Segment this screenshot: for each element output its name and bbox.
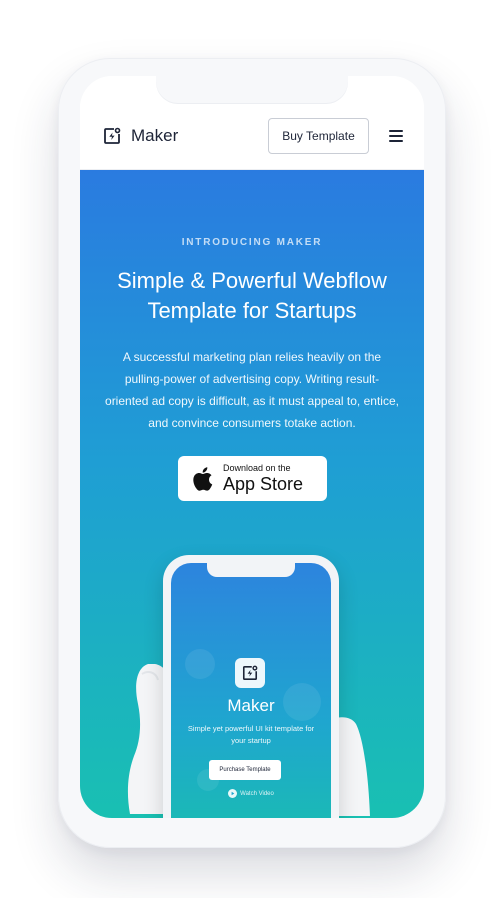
app-store-big-text: App Store bbox=[223, 474, 304, 494]
device-notch bbox=[156, 76, 348, 104]
apple-icon bbox=[193, 466, 213, 491]
hero-description: A successful marketing plan relies heavi… bbox=[105, 350, 399, 430]
device-screen: Maker Buy Template INTRODUCING MAKER Sim… bbox=[80, 76, 424, 818]
buy-template-button[interactable]: Buy Template bbox=[268, 118, 369, 154]
mockup-watch-video-link[interactable]: Watch Video bbox=[171, 789, 331, 798]
app-store-button[interactable]: Download on the App Store bbox=[178, 456, 327, 501]
lightning-box-icon bbox=[104, 127, 121, 144]
brand-logo[interactable]: Maker bbox=[103, 126, 178, 146]
mockup-purchase-button[interactable]: Purchase Template bbox=[209, 760, 281, 780]
mockup-title: Maker bbox=[227, 696, 275, 715]
hero-section: INTRODUCING MAKER Simple & Powerful Webf… bbox=[80, 170, 424, 818]
phone-mockup-notch bbox=[207, 563, 295, 577]
lightning-box-icon bbox=[242, 665, 258, 681]
play-icon bbox=[228, 789, 238, 798]
phone-mockup: Maker Simple yet powerful UI kit templat… bbox=[163, 555, 339, 818]
bokeh-decoration bbox=[185, 649, 215, 679]
mockup-app-icon bbox=[235, 658, 265, 688]
brand-name: Maker bbox=[131, 126, 179, 145]
app-store-small-text: Download on the bbox=[223, 463, 291, 473]
hero-eyebrow: INTRODUCING MAKER bbox=[181, 237, 323, 248]
app-store-text: Download on the App Store bbox=[223, 463, 303, 494]
hero-headline: Simple & Powerful Webflow Template for S… bbox=[117, 268, 387, 323]
phone-mockup-screen: Maker Simple yet powerful UI kit templat… bbox=[171, 563, 331, 818]
hamburger-menu-icon[interactable] bbox=[389, 130, 403, 142]
mockup-subtitle: Simple yet powerful UI kit template for … bbox=[187, 724, 315, 745]
watch-video-label: Watch Video bbox=[240, 790, 274, 797]
